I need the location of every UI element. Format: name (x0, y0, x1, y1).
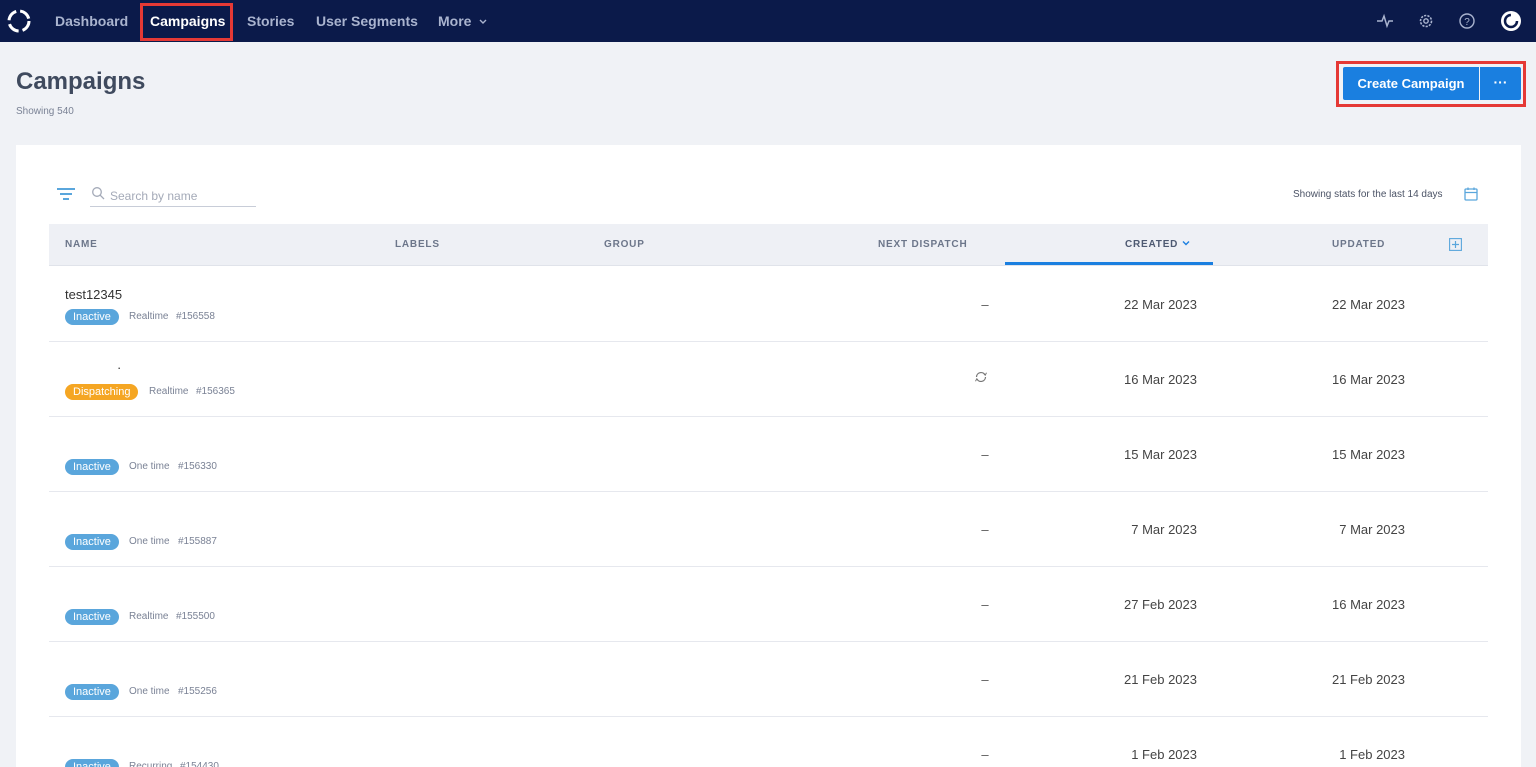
search-icon (92, 187, 105, 200)
status-badge: Inactive (65, 459, 119, 475)
campaign-id: #156558 (176, 311, 215, 322)
table-row[interactable]: Inactive Recurring #154430 – 1 Feb 2023 … (49, 717, 1488, 767)
campaign-type: One time (129, 686, 170, 697)
campaign-id: #156330 (178, 461, 217, 472)
next-dispatch: – (981, 747, 989, 762)
app-logo-icon[interactable] (6, 8, 32, 34)
campaign-name[interactable]: test12345 (65, 287, 122, 302)
col-updated[interactable]: UPDATED (1332, 239, 1385, 250)
col-name[interactable]: NAME (65, 239, 98, 250)
table-header: NAME LABELS GROUP NEXT DISPATCH CREATED … (49, 224, 1488, 266)
table-row[interactable]: test12345 Inactive Realtime #156558 – 22… (49, 267, 1488, 342)
created-date: 1 Feb 2023 (1131, 747, 1197, 762)
table-row[interactable]: Inactive One time #155887 – 7 Mar 2023 7… (49, 492, 1488, 567)
col-created[interactable]: CREATED (1125, 239, 1190, 250)
status-badge: Inactive (65, 609, 119, 625)
calendar-icon[interactable] (1463, 186, 1479, 202)
created-date: 22 Mar 2023 (1124, 297, 1197, 312)
updated-date: 15 Mar 2023 (1332, 447, 1405, 462)
updated-date: 16 Mar 2023 (1332, 597, 1405, 612)
chevron-down-icon (479, 19, 487, 24)
campaign-type: Realtime (129, 311, 169, 322)
nav-stories[interactable]: Stories (247, 0, 294, 42)
col-labels[interactable]: LABELS (395, 239, 440, 250)
campaign-id: #156365 (196, 386, 235, 397)
svg-text:?: ? (1464, 17, 1470, 28)
more-options-button[interactable]: ··· (1480, 67, 1521, 100)
created-date: 21 Feb 2023 (1123, 672, 1197, 687)
status-badge: Inactive (65, 309, 119, 325)
search-input[interactable] (110, 187, 250, 205)
add-column-icon[interactable] (1449, 238, 1462, 251)
status-badge: Inactive (65, 534, 119, 550)
next-dispatch: – (981, 672, 989, 687)
campaign-id: #155256 (178, 686, 217, 697)
status-badge: Inactive (65, 684, 119, 700)
table-row[interactable]: Inactive One time #155256 – 21 Feb 2023 … (49, 642, 1488, 717)
updated-date: 21 Feb 2023 (1331, 672, 1405, 687)
created-date: 16 Mar 2023 (1124, 372, 1197, 387)
updated-date: 22 Mar 2023 (1332, 297, 1405, 312)
page-title: Campaigns (16, 68, 146, 95)
campaign-id: #154430 (180, 761, 219, 767)
campaign-type: Realtime (129, 611, 169, 622)
create-campaign-button[interactable]: Create Campaign (1343, 67, 1479, 100)
campaign-name[interactable]: · (117, 360, 121, 375)
table-row[interactable]: · Dispatching Realtime #156365 16 Mar 20… (49, 342, 1488, 417)
help-icon[interactable]: ? (1457, 11, 1477, 31)
top-nav: Dashboard Campaigns Stories User Segment… (0, 0, 1536, 42)
filter-icon[interactable] (56, 186, 76, 202)
campaign-type: Realtime (149, 386, 189, 397)
table-row[interactable]: Inactive Realtime #155500 – 27 Feb 2023 … (49, 567, 1488, 642)
sort-indicator (1005, 262, 1213, 265)
updated-date: 7 Mar 2023 (1339, 522, 1405, 537)
table-row[interactable]: Inactive One time #156330 – 15 Mar 2023 … (49, 417, 1488, 492)
created-date: 15 Mar 2023 (1124, 447, 1197, 462)
updated-date: 1 Feb 2023 (1339, 747, 1405, 762)
activity-icon[interactable] (1375, 11, 1395, 31)
created-date: 7 Mar 2023 (1131, 522, 1197, 537)
next-dispatch: – (981, 447, 989, 462)
sort-desc-icon (1182, 241, 1190, 246)
user-avatar-icon[interactable] (1500, 10, 1522, 32)
nav-dashboard[interactable]: Dashboard (55, 0, 128, 42)
campaign-type: Recurring (129, 761, 173, 767)
col-created-label: CREATED (1125, 239, 1179, 250)
campaign-type: One time (129, 461, 170, 472)
nav-more[interactable]: More (438, 0, 488, 42)
col-next-dispatch[interactable]: NEXT DISPATCH (878, 239, 967, 250)
campaign-id: #155887 (178, 536, 217, 547)
stats-range-text: Showing stats for the last 14 days (1293, 189, 1443, 200)
status-badge: Inactive (65, 759, 119, 767)
next-dispatch: – (981, 597, 989, 612)
next-dispatch: – (981, 522, 989, 537)
nav-user-segments[interactable]: User Segments (316, 0, 418, 42)
campaign-id: #155500 (176, 611, 215, 622)
updated-date: 16 Mar 2023 (1332, 372, 1405, 387)
recurring-sync-icon (975, 371, 987, 383)
nav-more-label: More (438, 13, 472, 29)
next-dispatch: – (981, 297, 989, 312)
gear-icon[interactable] (1416, 11, 1436, 31)
col-group[interactable]: GROUP (604, 239, 645, 250)
nav-campaigns-highlight (140, 3, 233, 41)
created-date: 27 Feb 2023 (1123, 597, 1197, 612)
status-badge: Dispatching (65, 384, 139, 400)
result-count: Showing 540 (16, 106, 74, 117)
campaign-type: One time (129, 536, 170, 547)
search-box (90, 184, 256, 207)
